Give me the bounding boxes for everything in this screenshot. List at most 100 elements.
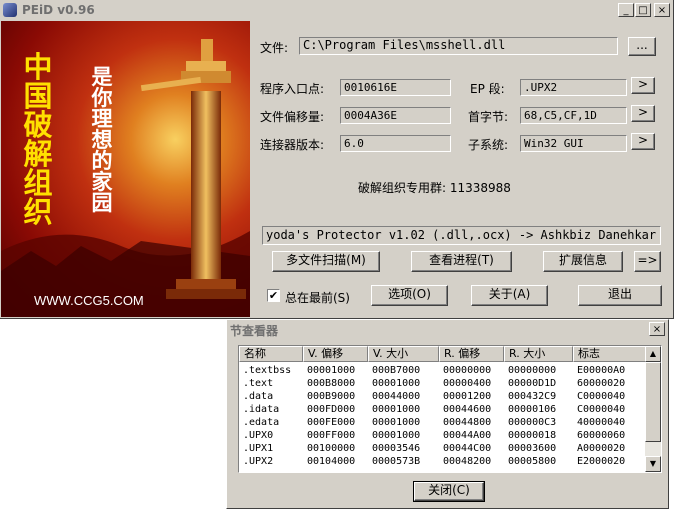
section-r-size: 000432C9 xyxy=(508,391,557,402)
plugins-button[interactable]: => xyxy=(634,251,661,272)
section-r-size: 00005800 xyxy=(508,456,557,467)
section-r-size: 00000018 xyxy=(508,430,557,441)
section-list[interactable]: 名称 V. 偏移 V. 大小 R. 偏移 R. 大小 标志 .textbss 00… xyxy=(238,345,662,473)
section-v-size: 00001000 xyxy=(372,417,421,428)
scroll-down-icon[interactable]: ▼ xyxy=(645,456,661,472)
section-viewer-window: 节查看器 × 名称 V. 偏移 V. 大小 R. 偏移 R. 大小 标志 .te… xyxy=(226,319,669,509)
scroll-up-icon[interactable]: ▲ xyxy=(645,346,661,362)
section-r-offset: 00000000 xyxy=(443,365,492,376)
section-name: .data xyxy=(243,391,274,402)
always-on-top-label: 总在最前(S) xyxy=(285,291,350,305)
title-bar[interactable]: PEiD v0.96 _ □ × xyxy=(0,0,673,21)
section-viewer-title-bar[interactable]: 节查看器 × xyxy=(227,320,668,339)
file-label: 文件: xyxy=(260,41,289,55)
section-v-offset: 000B9000 xyxy=(307,391,356,402)
column-header-r-size[interactable]: R. 大小 xyxy=(504,346,573,362)
subsystem-button[interactable]: > xyxy=(631,133,655,150)
entry-point-label: 程序入口点: xyxy=(260,82,325,96)
app-icon xyxy=(3,3,17,17)
section-name: .idata xyxy=(243,404,280,415)
section-list-header: 名称 V. 偏移 V. 大小 R. 偏移 R. 大小 标志 xyxy=(239,346,647,362)
section-row[interactable]: .data 000B9000 00044000 00001200 000432C9 C00… xyxy=(239,390,647,403)
section-r-size: 00000D1D xyxy=(508,378,557,389)
section-v-offset: 000FE000 xyxy=(307,417,356,428)
about-button[interactable]: 关于(A) xyxy=(471,285,548,306)
section-r-offset: 00044600 xyxy=(443,404,492,415)
section-name: .UPX2 xyxy=(243,456,274,467)
ep-section-field[interactable]: .UPX2 xyxy=(520,79,627,96)
section-viewer-title: 节查看器 xyxy=(230,324,279,338)
section-v-offset: 00104000 xyxy=(307,456,356,467)
extra-info-button[interactable]: 扩展信息 xyxy=(543,251,623,272)
file-path-field[interactable]: C:\Program Files\msshell.dll xyxy=(299,37,618,55)
column-header-v-size[interactable]: V. 大小 xyxy=(368,346,439,362)
section-row[interactable]: .UPX2 00104000 0000573B 00048200 00005800 E20… xyxy=(239,455,647,468)
section-flags: E00000A0 xyxy=(577,365,626,376)
minimize-button[interactable]: _ xyxy=(618,3,634,17)
section-flags: A0000020 xyxy=(577,443,626,454)
section-v-size: 00003546 xyxy=(372,443,421,454)
column-header-name[interactable]: 名称 xyxy=(239,346,303,362)
ep-section-button[interactable]: > xyxy=(631,77,655,94)
section-v-size: 0000573B xyxy=(372,456,421,467)
section-row[interactable]: .edata 000FE000 00001000 00044800 000000C3 40… xyxy=(239,416,647,429)
section-v-size: 00001000 xyxy=(372,404,421,415)
section-r-size: 000000C3 xyxy=(508,417,557,428)
entry-point-field[interactable]: 0010616E xyxy=(340,79,451,96)
section-list-scrollbar[interactable]: ▲ ▼ xyxy=(645,346,661,472)
section-name: .text xyxy=(243,378,274,389)
ep-section-label: EP 段: xyxy=(470,82,505,96)
file-offset-label: 文件偏移量: xyxy=(260,110,325,124)
section-flags: C0000040 xyxy=(577,404,626,415)
section-row[interactable]: .UPX0 000FF000 00001000 00044A00 00000018 600… xyxy=(239,429,647,442)
scan-result-field[interactable]: yoda's Protector v1.02 (.dll,.ocx) -> As… xyxy=(262,226,661,245)
column-header-v-offset[interactable]: V. 偏移 xyxy=(303,346,368,362)
window-title: PEiD v0.96 xyxy=(22,3,95,17)
maximize-button[interactable]: □ xyxy=(635,3,651,17)
first-bytes-field[interactable]: 68,C5,CF,1D xyxy=(520,107,627,124)
task-viewer-button[interactable]: 查看进程(T) xyxy=(411,251,512,272)
section-v-size: 00001000 xyxy=(372,378,421,389)
section-v-offset: 00100000 xyxy=(307,443,356,454)
column-header-flags[interactable]: 标志 xyxy=(573,346,647,362)
section-v-offset: 000FD000 xyxy=(307,404,356,415)
exit-button[interactable]: 退出 xyxy=(578,285,662,306)
section-v-size: 00044000 xyxy=(372,391,421,402)
file-offset-field[interactable]: 0004A36E xyxy=(340,107,451,124)
section-flags: 40000040 xyxy=(577,417,626,428)
section-v-size: 00001000 xyxy=(372,430,421,441)
options-button[interactable]: 选项(O) xyxy=(371,285,448,306)
section-r-offset: 00048200 xyxy=(443,456,492,467)
section-row[interactable]: .textbss 00001000 000B7000 00000000 00000000… xyxy=(239,364,647,377)
section-viewer-close-button[interactable]: × xyxy=(649,322,665,336)
multi-scan-button[interactable]: 多文件扫描(M) xyxy=(272,251,380,272)
section-v-offset: 00001000 xyxy=(307,365,356,376)
close-button[interactable]: × xyxy=(654,3,670,17)
checkmark-icon: ✔ xyxy=(268,289,279,302)
section-row[interactable]: .UPX1 00100000 00003546 00044C00 00003600 A00… xyxy=(239,442,647,455)
browse-button[interactable]: ... xyxy=(628,37,656,56)
section-r-size: 00000000 xyxy=(508,365,557,376)
section-row[interactable]: .idata 000FD000 00001000 00044600 00000106 C0… xyxy=(239,403,647,416)
section-v-offset: 000B8000 xyxy=(307,378,356,389)
first-bytes-button[interactable]: > xyxy=(631,105,655,122)
section-flags: E2000020 xyxy=(577,456,626,467)
subsystem-label: 子系统: xyxy=(468,138,509,152)
column-header-r-offset[interactable]: R. 偏移 xyxy=(439,346,504,362)
section-r-size: 00000106 xyxy=(508,404,557,415)
section-name: .UPX1 xyxy=(243,443,274,454)
linker-label: 连接器版本: xyxy=(260,138,325,152)
section-r-offset: 00044800 xyxy=(443,417,492,428)
section-row[interactable]: .text 000B8000 00001000 00000400 00000D1D 600… xyxy=(239,377,647,390)
group-text: 破解组织专用群: 11338988 xyxy=(358,181,511,195)
section-viewer-close-btn[interactable]: 关闭(C) xyxy=(413,481,485,502)
section-r-size: 00003600 xyxy=(508,443,557,454)
banner-url: WWW.CCG5.COM xyxy=(34,293,144,308)
linker-field[interactable]: 6.0 xyxy=(340,135,451,152)
scroll-thumb[interactable] xyxy=(645,362,661,442)
section-flags: C0000040 xyxy=(577,391,626,402)
section-name: .UPX0 xyxy=(243,430,274,441)
always-on-top-checkbox[interactable]: ✔ xyxy=(267,289,280,302)
subsystem-field[interactable]: Win32 GUI xyxy=(520,135,627,152)
section-flags: 60000060 xyxy=(577,430,626,441)
